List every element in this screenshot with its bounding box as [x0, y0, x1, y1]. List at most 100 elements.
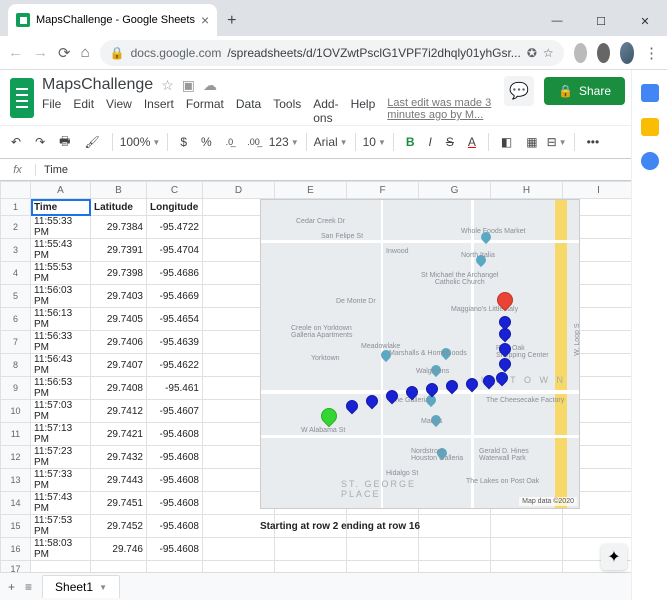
menu-help[interactable]: Help	[351, 97, 376, 125]
cell[interactable]	[419, 538, 491, 561]
cell[interactable]: Latitude	[91, 199, 147, 216]
row-header[interactable]: 10	[1, 400, 31, 423]
cell[interactable]: 11:56:43 PM	[31, 354, 91, 377]
cell[interactable]: 29.7391	[91, 239, 147, 262]
cell[interactable]: 11:57:13 PM	[31, 423, 91, 446]
close-window-button[interactable]: ✕	[623, 6, 667, 36]
menu-data[interactable]: Data	[236, 97, 261, 125]
row-header[interactable]: 9	[1, 377, 31, 400]
cell[interactable]: 29.7405	[91, 308, 147, 331]
cell[interactable]: 29.7407	[91, 354, 147, 377]
column-header[interactable]: B	[91, 182, 147, 199]
paint-format-button[interactable]: 🖌	[79, 132, 104, 152]
home-button[interactable]: ⌂	[81, 44, 90, 61]
row-header[interactable]: 2	[1, 216, 31, 239]
cell[interactable]: -95.4704	[147, 239, 203, 262]
menu-view[interactable]: View	[106, 97, 132, 125]
cell[interactable]: -95.4622	[147, 354, 203, 377]
cell[interactable]: 11:56:13 PM	[31, 308, 91, 331]
extension-icon[interactable]	[574, 43, 587, 63]
translate-icon[interactable]: ✪	[527, 46, 537, 60]
row-header[interactable]: 6	[1, 308, 31, 331]
forward-button[interactable]: →	[33, 44, 48, 61]
menu-edit[interactable]: Edit	[73, 97, 94, 125]
fill-color-button[interactable]: ◧	[496, 132, 517, 152]
cell[interactable]: 29.7452	[91, 515, 147, 538]
column-header[interactable]: H	[491, 182, 563, 199]
cell[interactable]: 11:57:33 PM	[31, 469, 91, 492]
menu-format[interactable]: Format	[186, 97, 224, 125]
move-icon[interactable]: ▣	[182, 77, 195, 94]
cell[interactable]: 11:57:03 PM	[31, 400, 91, 423]
cell[interactable]: 11:57:53 PM	[31, 515, 91, 538]
cell[interactable]: 11:56:53 PM	[31, 377, 91, 400]
cell[interactable]: 29.7403	[91, 285, 147, 308]
column-header[interactable]: C	[147, 182, 203, 199]
cell[interactable]: Longitude	[147, 199, 203, 216]
row-header[interactable]: 5	[1, 285, 31, 308]
reload-button[interactable]: ⟳	[58, 44, 71, 62]
percent-button[interactable]: %	[196, 132, 217, 152]
column-header[interactable]: E	[275, 182, 347, 199]
cell[interactable]: -95.4608	[147, 469, 203, 492]
minimize-button[interactable]: —	[535, 6, 579, 36]
maximize-button[interactable]: ☐	[579, 6, 623, 36]
all-sheets-button[interactable]: ≡	[25, 580, 32, 594]
cell[interactable]: 29.7421	[91, 423, 147, 446]
back-button[interactable]: ←	[8, 44, 23, 61]
cell[interactable]: 11:58:03 PM	[31, 538, 91, 561]
document-title[interactable]: MapsChallenge	[42, 76, 153, 94]
browser-tab[interactable]: MapsChallenge - Google Sheets ×	[8, 4, 217, 36]
embedded-map[interactable]: U P T O W N ST. GEORGEPLACE Whole Foods …	[260, 199, 580, 509]
cell[interactable]: 11:55:43 PM	[31, 239, 91, 262]
last-edit-link[interactable]: Last edit was made 3 minutes ago by M...	[387, 97, 496, 125]
cell[interactable]: -95.4608	[147, 446, 203, 469]
menu-file[interactable]: File	[42, 97, 61, 125]
more-toolbar-button[interactable]: •••	[582, 132, 605, 152]
tasks-addon-icon[interactable]	[641, 152, 659, 170]
cell[interactable]: -95.4608	[147, 492, 203, 515]
row-header[interactable]: 16	[1, 538, 31, 561]
column-header[interactable]: D	[203, 182, 275, 199]
cell[interactable]: Time	[31, 199, 91, 216]
cell[interactable]: 29.7406	[91, 331, 147, 354]
select-all-cell[interactable]	[1, 182, 31, 199]
menu-tools[interactable]: Tools	[273, 97, 301, 125]
cell[interactable]: 11:55:33 PM	[31, 216, 91, 239]
row-header[interactable]: 3	[1, 239, 31, 262]
cell[interactable]	[275, 538, 347, 561]
kebab-menu-icon[interactable]: ⋮	[644, 44, 659, 62]
cell[interactable]: -95.4639	[147, 331, 203, 354]
cell[interactable]	[491, 538, 563, 561]
borders-button[interactable]: ▦	[521, 132, 542, 152]
column-header[interactable]: I	[563, 182, 635, 199]
row-header[interactable]: 11	[1, 423, 31, 446]
row-header[interactable]: 7	[1, 331, 31, 354]
cell[interactable]: 11:56:33 PM	[31, 331, 91, 354]
cell[interactable]	[491, 515, 563, 538]
share-button[interactable]: 🔒 Share	[544, 77, 625, 105]
cell[interactable]: -95.4608	[147, 538, 203, 561]
new-tab-button[interactable]: +	[217, 6, 246, 36]
merge-button[interactable]: ⊟▼	[547, 135, 567, 149]
cell[interactable]: 29.746	[91, 538, 147, 561]
currency-button[interactable]: $	[175, 132, 192, 152]
calendar-addon-icon[interactable]	[641, 84, 659, 102]
increase-decimal-button[interactable]: .00̲	[242, 134, 265, 150]
column-header[interactable]: A	[31, 182, 91, 199]
bold-button[interactable]: B	[401, 132, 420, 152]
row-header[interactable]: 14	[1, 492, 31, 515]
cell[interactable]	[203, 538, 275, 561]
cell[interactable]: -95.4608	[147, 423, 203, 446]
zoom-dropdown[interactable]: 100%▼	[120, 135, 161, 149]
strike-button[interactable]: S	[441, 132, 459, 152]
print-button[interactable]: 🖶	[54, 129, 75, 156]
row-header[interactable]: 8	[1, 354, 31, 377]
cell[interactable]: 29.7408	[91, 377, 147, 400]
sheet-tab[interactable]: Sheet1 ▼	[42, 575, 120, 598]
cell[interactable]: 11:55:53 PM	[31, 262, 91, 285]
cell[interactable]: -95.4686	[147, 262, 203, 285]
bookmark-icon[interactable]: ☆	[543, 46, 554, 60]
row-header[interactable]: 4	[1, 262, 31, 285]
cell[interactable]: 29.7398	[91, 262, 147, 285]
